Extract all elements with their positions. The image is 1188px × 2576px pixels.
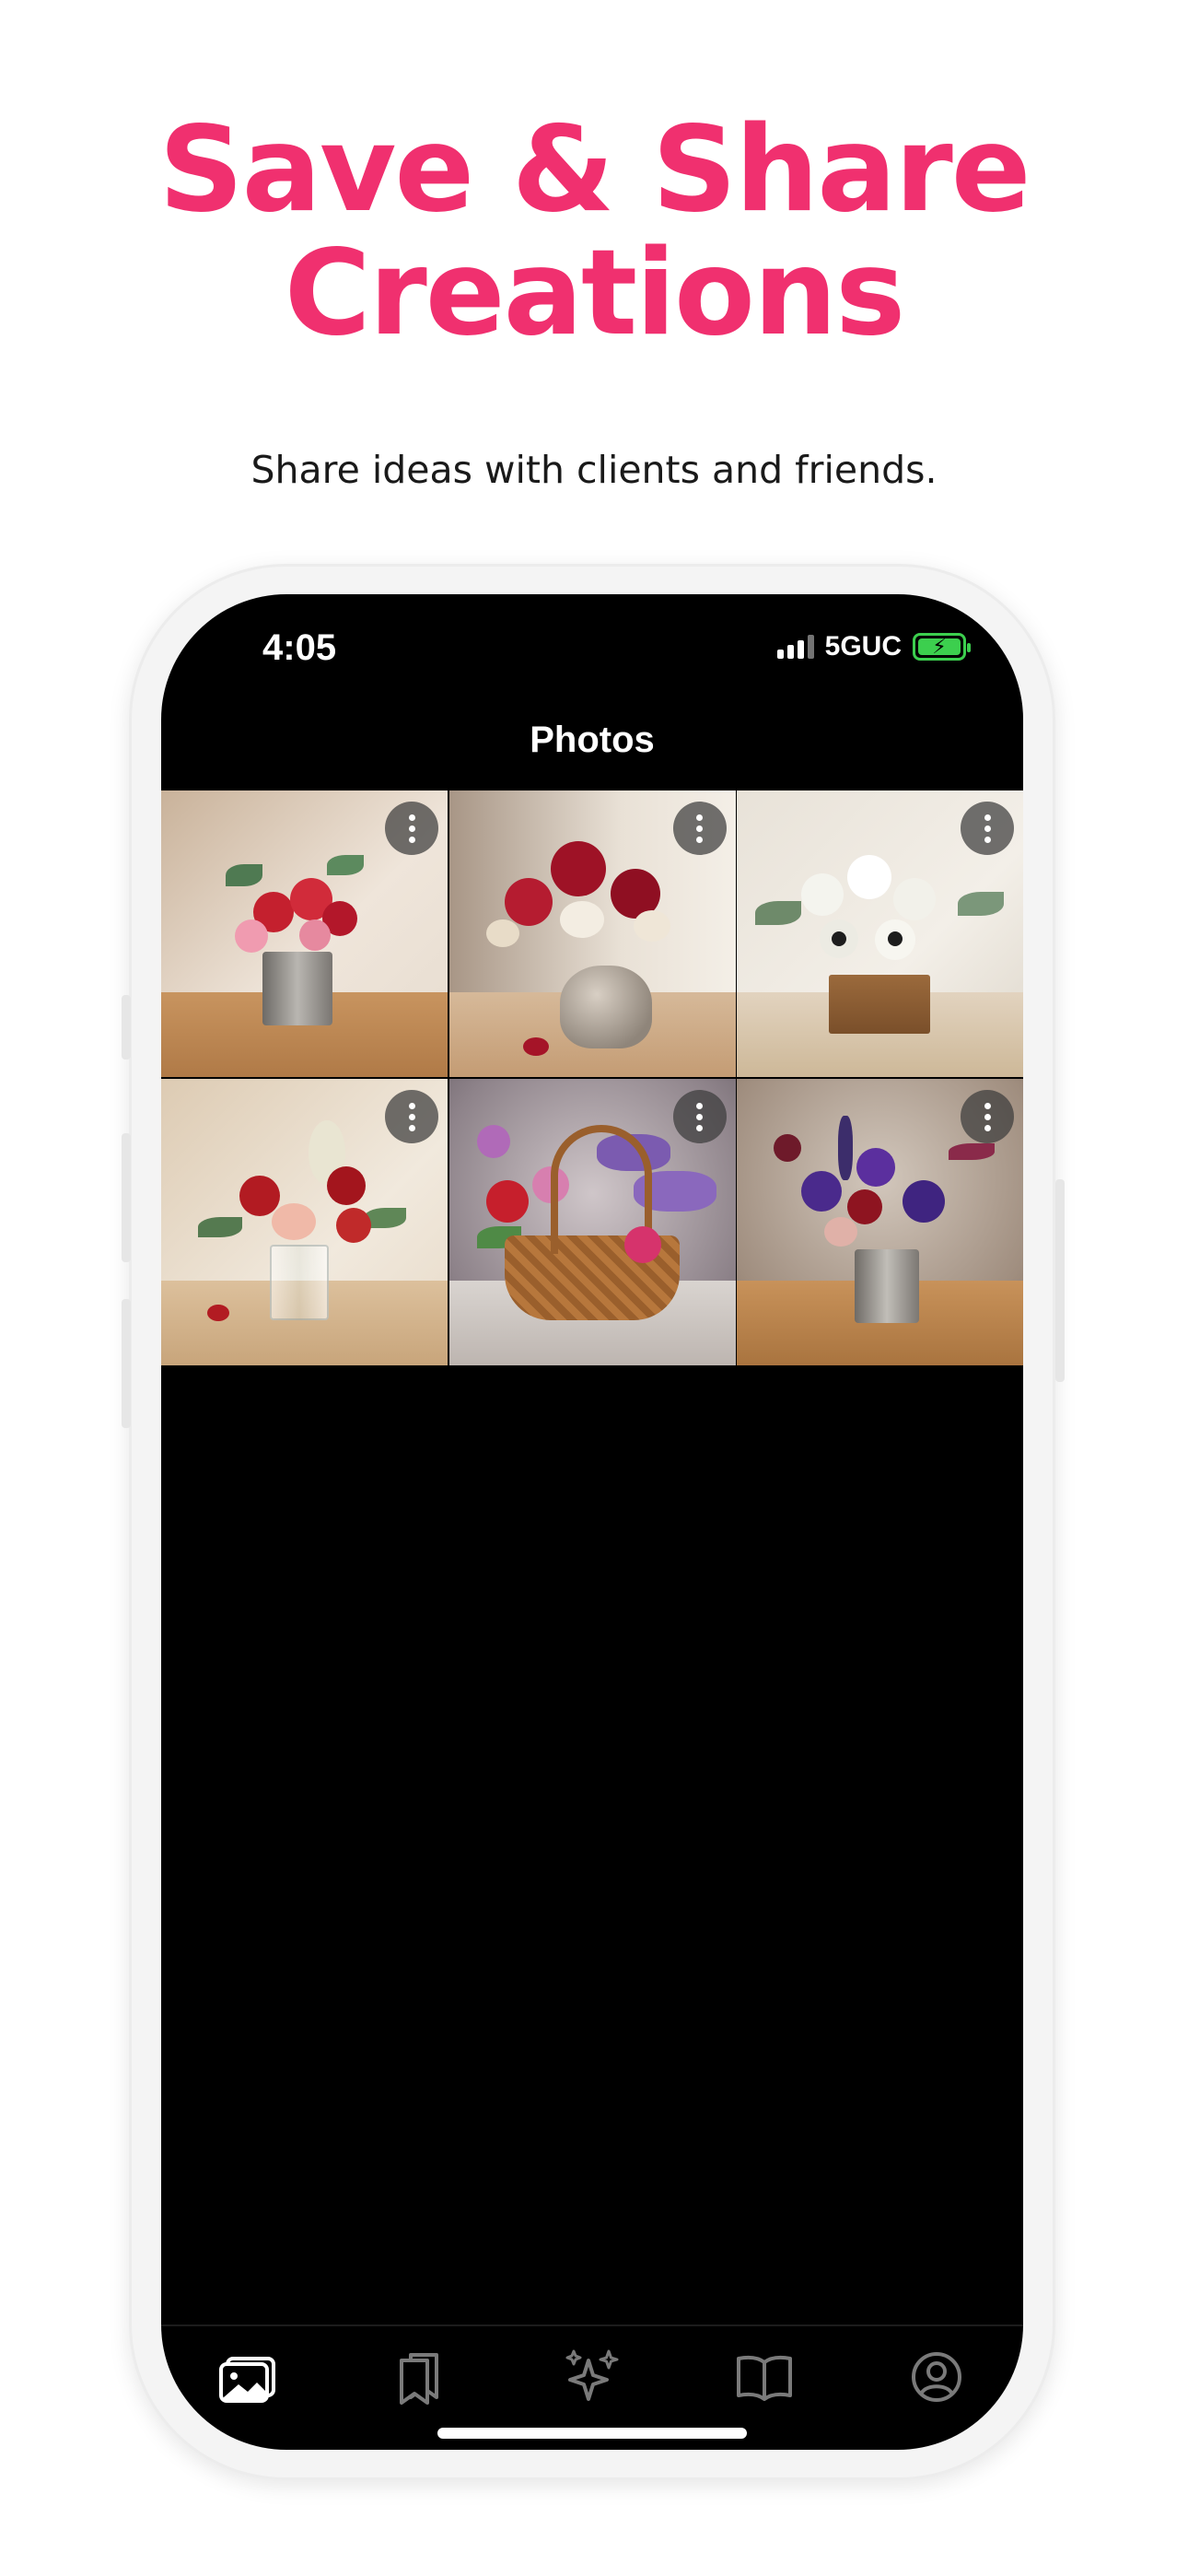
promo-headline: Save & Share Creations: [0, 109, 1188, 356]
photo-tile[interactable]: [448, 1079, 736, 1365]
signal-bars-icon: [776, 635, 814, 659]
phone-power-button: [1055, 1179, 1065, 1382]
headline-line-2: Creations: [284, 225, 906, 362]
photo-tile[interactable]: [448, 790, 736, 1077]
more-vertical-icon[interactable]: [672, 1090, 727, 1143]
photo-grid: [161, 790, 1023, 1365]
more-vertical-icon[interactable]: [385, 1090, 438, 1143]
phone-action-button: [122, 995, 131, 1060]
bookmarks-icon: [399, 2353, 438, 2405]
sparkles-icon: [565, 2349, 619, 2401]
phone-volume-up-button: [122, 1133, 131, 1262]
book-icon: [737, 2355, 793, 2401]
phone-volume-down-button: [122, 1299, 131, 1428]
tab-photos[interactable]: [211, 2345, 285, 2409]
tab-bookmarks[interactable]: [383, 2345, 457, 2409]
more-vertical-icon[interactable]: [385, 802, 438, 855]
battery-charging-icon: ⚡: [913, 633, 971, 661]
tab-guides[interactable]: [728, 2345, 801, 2409]
photo-tile[interactable]: [737, 790, 1023, 1077]
more-vertical-icon[interactable]: [961, 802, 1014, 855]
status-time: 4:05: [262, 627, 337, 668]
tab-profile[interactable]: [900, 2345, 973, 2409]
more-vertical-icon[interactable]: [961, 1090, 1014, 1143]
page-title: Photos: [530, 720, 655, 760]
headline-line-1: Save & Share: [158, 101, 1031, 239]
profile-icon: [912, 2352, 962, 2402]
photo-tile[interactable]: [161, 790, 448, 1077]
network-label: 5GUC: [824, 631, 902, 662]
phone-screen: 4:05 5GUC ⚡ Photos: [161, 594, 1023, 2450]
photos-icon: [218, 2357, 275, 2403]
status-indicators: 5GUC ⚡: [776, 631, 971, 662]
photo-tile[interactable]: [161, 1079, 448, 1365]
photo-tile[interactable]: [737, 1079, 1023, 1365]
more-vertical-icon[interactable]: [672, 802, 727, 855]
home-indicator[interactable]: [437, 2428, 747, 2439]
tab-generate[interactable]: [555, 2345, 629, 2409]
promo-subheadline: Share ideas with clients and friends.: [250, 448, 938, 492]
